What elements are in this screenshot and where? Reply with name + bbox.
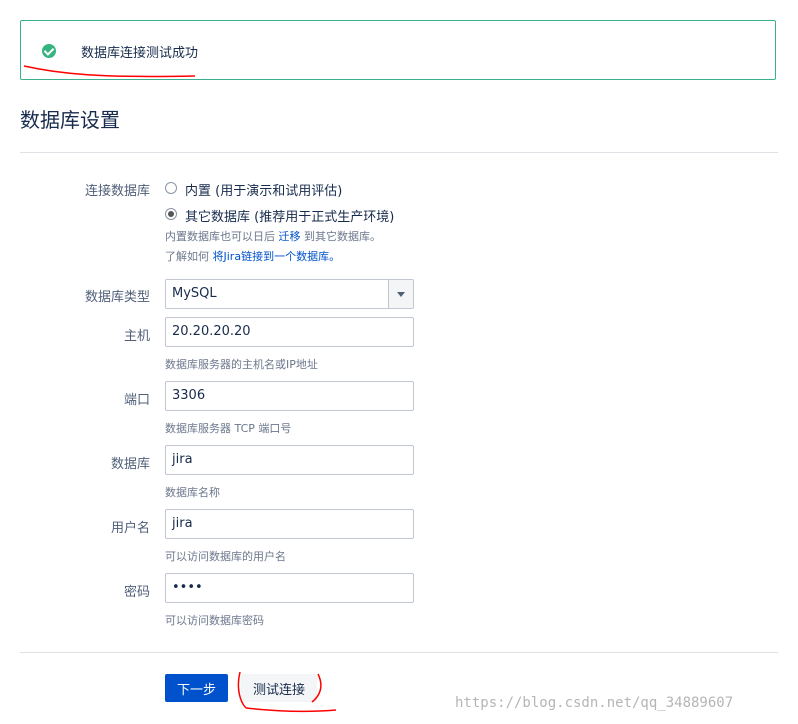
username-label: 用户名 [110, 521, 150, 536]
username-hint: 可以访问数据库的用户名 [165, 550, 286, 563]
success-banner: 数据库连接测试成功 [20, 20, 776, 80]
password-input[interactable]: •••• [165, 573, 414, 603]
next-button[interactable]: 下一步 [165, 674, 228, 702]
host-input[interactable]: 20.20.20.20 [165, 317, 414, 347]
port-input[interactable]: 3306 [165, 381, 414, 411]
connection-hint-1: 内置数据库也可以日后 迁移 到其它数据库。 [165, 230, 381, 243]
watermark: https://blog.csdn.net/qq_34889607 [455, 695, 734, 711]
chevron-down-icon[interactable] [388, 280, 413, 308]
db-type-label: 数据库类型 [84, 290, 150, 305]
host-label: 主机 [123, 329, 150, 344]
test-connection-button[interactable]: 测试连接 [241, 674, 317, 702]
password-label: 密码 [123, 585, 150, 600]
port-hint: 数据库服务器 TCP 端口号 [165, 422, 292, 435]
radio-builtin-label[interactable]: 内置 (用于演示和试用评估) [185, 180, 342, 199]
success-message: 数据库连接测试成功 [81, 46, 199, 61]
page-title: 数据库设置 [20, 108, 120, 132]
radio-other-db[interactable] [165, 208, 177, 220]
db-type-select[interactable]: MySQL [165, 279, 414, 309]
database-hint: 数据库名称 [165, 486, 220, 499]
database-label: 数据库 [110, 457, 150, 472]
connection-hint-2: 了解如何 将Jira链接到一个数据库。 [165, 250, 341, 263]
host-hint: 数据库服务器的主机名或IP地址 [165, 358, 318, 371]
jira-db-link[interactable]: 将Jira链接到一个数据库。 [213, 250, 341, 263]
check-circle-icon [42, 44, 56, 58]
divider-top [20, 152, 778, 153]
db-type-value: MySQL [172, 286, 217, 301]
port-label: 端口 [123, 393, 150, 408]
connection-label: 连接数据库 [84, 184, 150, 199]
password-hint: 可以访问数据库密码 [165, 614, 264, 627]
migrate-link[interactable]: 迁移 [279, 230, 301, 243]
username-input[interactable]: jira [165, 509, 414, 539]
divider-bottom [20, 652, 778, 653]
database-input[interactable]: jira [165, 445, 414, 475]
radio-builtin[interactable] [165, 182, 177, 194]
radio-other-db-label[interactable]: 其它数据库 (推荐用于正式生产环境) [185, 206, 394, 225]
